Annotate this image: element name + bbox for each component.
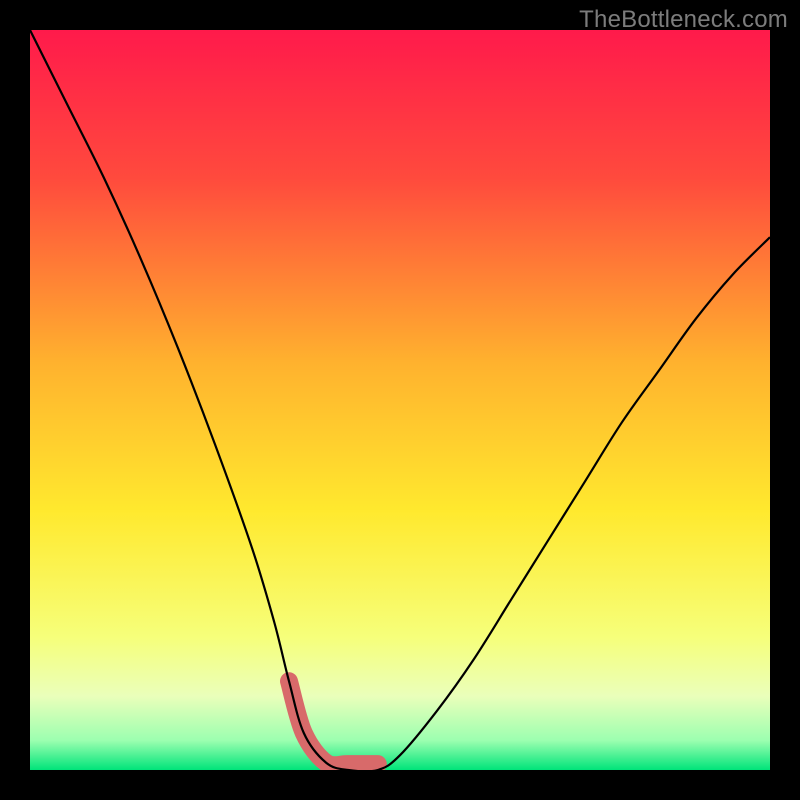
plot-area xyxy=(30,30,770,770)
chart-svg xyxy=(30,30,770,770)
watermark-text: TheBottleneck.com xyxy=(579,6,788,34)
gradient-background xyxy=(30,30,770,770)
chart-frame: TheBottleneck.com xyxy=(0,0,800,800)
